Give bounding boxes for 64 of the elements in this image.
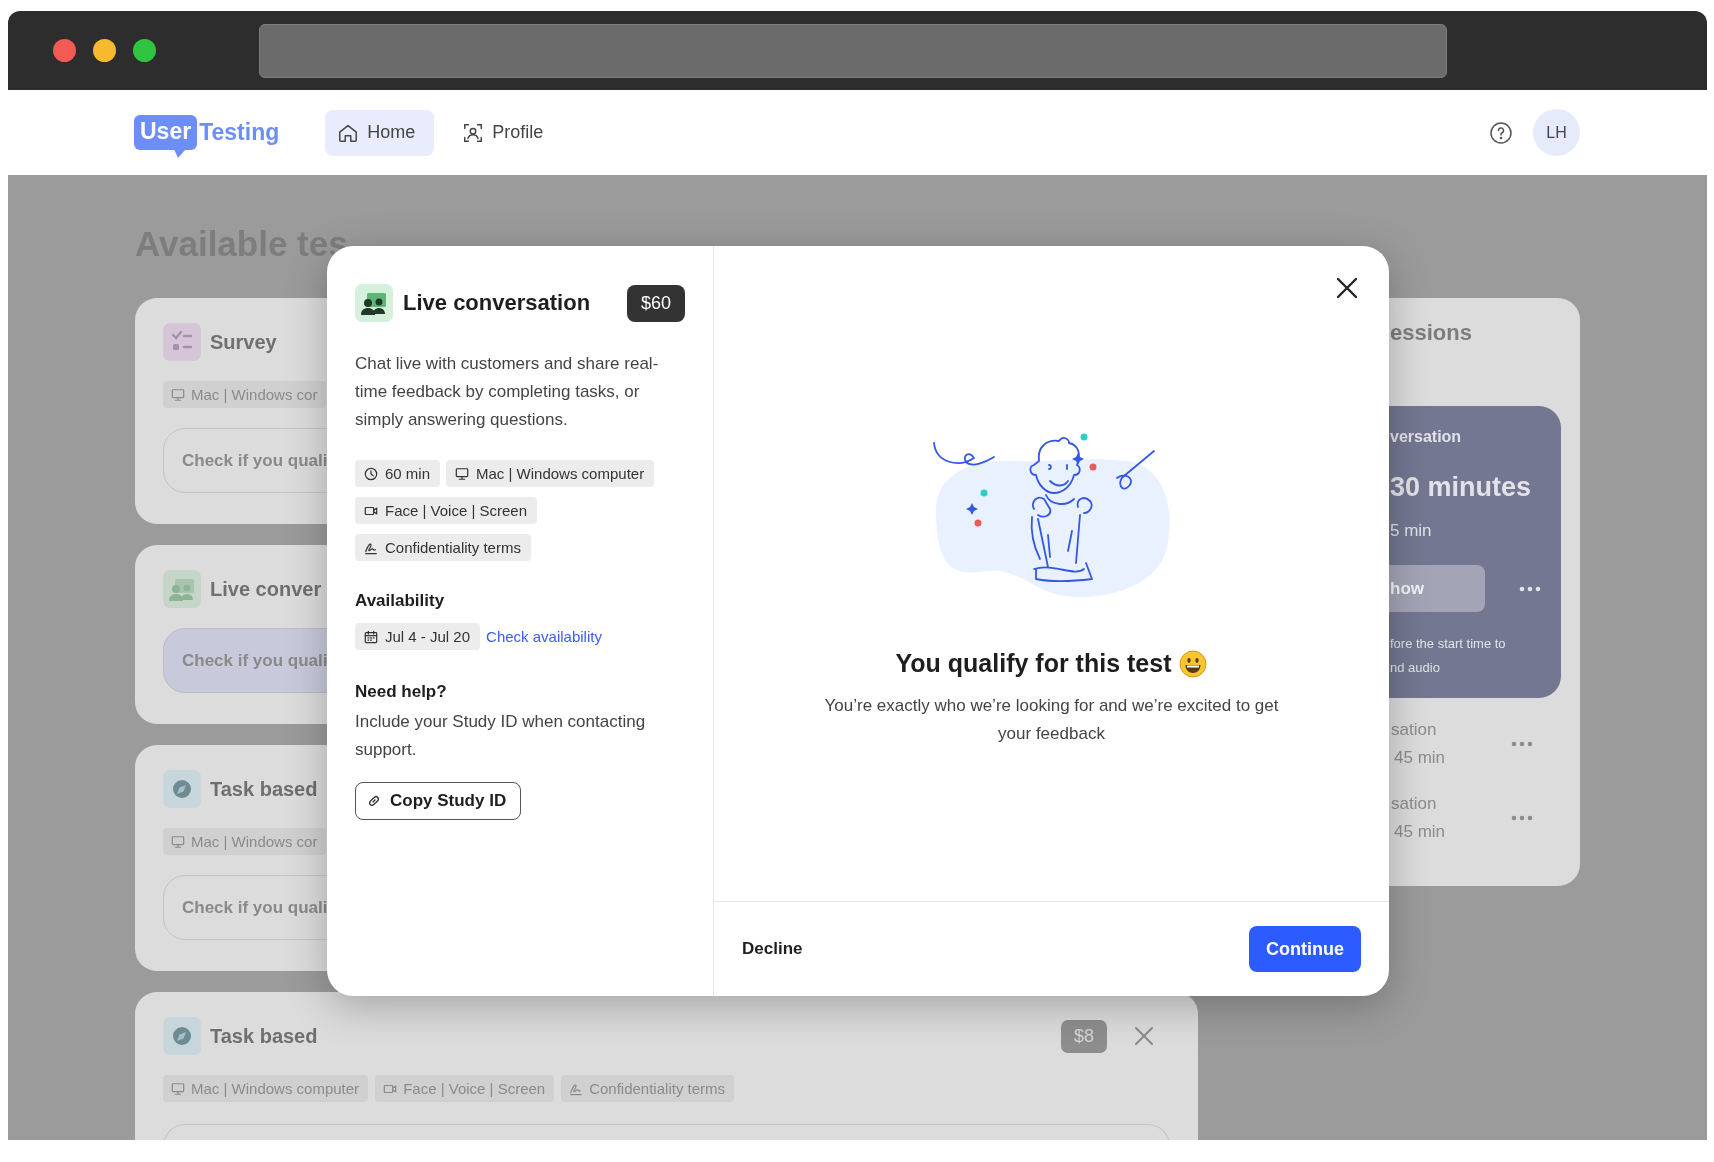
tag-chip: Mac | Windows computer xyxy=(163,1075,369,1102)
tag-chip: Mac | Windows cor xyxy=(163,828,327,855)
session-title: sation xyxy=(1391,719,1438,741)
result-message: You’re exactly who we’re looking for and we’re excited to get your feedback xyxy=(823,695,1280,745)
decline-button[interactable]: Decline xyxy=(742,939,803,959)
tag-chip: Face | Voice | Screen xyxy=(375,1075,555,1102)
people-screen-icon xyxy=(163,570,201,608)
copy-study-id-button[interactable]: Copy Study ID xyxy=(355,782,522,820)
user-avatar[interactable]: LH xyxy=(1533,109,1580,156)
help-icon[interactable] xyxy=(1489,120,1513,145)
tag-chip: Mac | Windows computer xyxy=(446,460,655,487)
link-icon xyxy=(366,793,382,809)
session-duration: 5 min xyxy=(1390,521,1433,541)
minimize-window-icon[interactable] xyxy=(93,39,116,62)
session-title: sation xyxy=(1391,793,1438,815)
clock-icon xyxy=(364,466,378,481)
test-description: Chat live with customers and share real-time feedback by completing tasks, or simply answering questions. xyxy=(355,353,660,431)
more-icon[interactable] xyxy=(1519,585,1541,592)
section-heading: Availability xyxy=(355,591,446,611)
test-title: Task based xyxy=(210,1024,318,1048)
close-window-icon[interactable] xyxy=(53,39,76,62)
more-icon[interactable] xyxy=(1511,741,1533,747)
continue-button[interactable]: Continue xyxy=(1249,926,1361,972)
profile-icon xyxy=(462,121,485,144)
test-title: Task based xyxy=(210,777,318,801)
tag-chip: Confidentiality terms xyxy=(355,534,531,561)
section-heading: Need help? xyxy=(355,682,448,702)
speech-tail-icon xyxy=(174,149,186,158)
price-badge: $8 xyxy=(1060,1019,1107,1053)
help-text: Include your Study ID when contacting support. xyxy=(355,711,647,761)
test-title: Live conver xyxy=(210,577,322,601)
check-availability-link[interactable]: Check availability xyxy=(486,628,602,645)
tag-chip: Confidentiality terms xyxy=(561,1075,735,1102)
tag-chip: 60 min xyxy=(355,460,441,487)
monitor-icon xyxy=(171,1081,185,1096)
tag-chip: Face | Voice | Screen xyxy=(355,497,538,524)
nav-tab[interactable]: Profile xyxy=(462,109,563,156)
monitor-icon xyxy=(171,387,185,402)
tag-chip: Mac | Windows cor xyxy=(163,381,327,408)
checklist-icon xyxy=(163,323,201,361)
session-note: fore the start time to nd audio xyxy=(1390,635,1507,677)
dialog-title: Live conversation xyxy=(403,290,591,316)
smiley-icon xyxy=(1179,649,1208,678)
test-title: Survey xyxy=(210,330,277,354)
monitor-icon xyxy=(171,834,185,849)
price-badge: $60 xyxy=(626,284,685,322)
nav-tab[interactable]: Home xyxy=(325,109,435,156)
maximize-window-icon[interactable] xyxy=(133,39,156,62)
calendar-icon xyxy=(364,629,378,644)
date-chip: Jul 4 - Jul 20 xyxy=(355,623,481,650)
session-title: versation xyxy=(1390,428,1463,446)
people-screen-icon xyxy=(355,284,393,322)
close-icon[interactable] xyxy=(1336,277,1358,299)
result-heading: You qualify for this test xyxy=(895,649,1172,678)
signature-icon xyxy=(569,1081,584,1096)
compass-icon xyxy=(163,1017,201,1055)
session-duration: 45 min xyxy=(1393,821,1447,843)
session-countdown: 30 minutes xyxy=(1390,472,1533,503)
session-duration: 45 min xyxy=(1393,747,1447,769)
compass-icon xyxy=(163,770,201,808)
panel-title: essions xyxy=(1390,320,1473,346)
monitor-icon xyxy=(455,466,470,481)
more-icon[interactable] xyxy=(1511,815,1533,821)
signature-icon xyxy=(364,540,378,555)
